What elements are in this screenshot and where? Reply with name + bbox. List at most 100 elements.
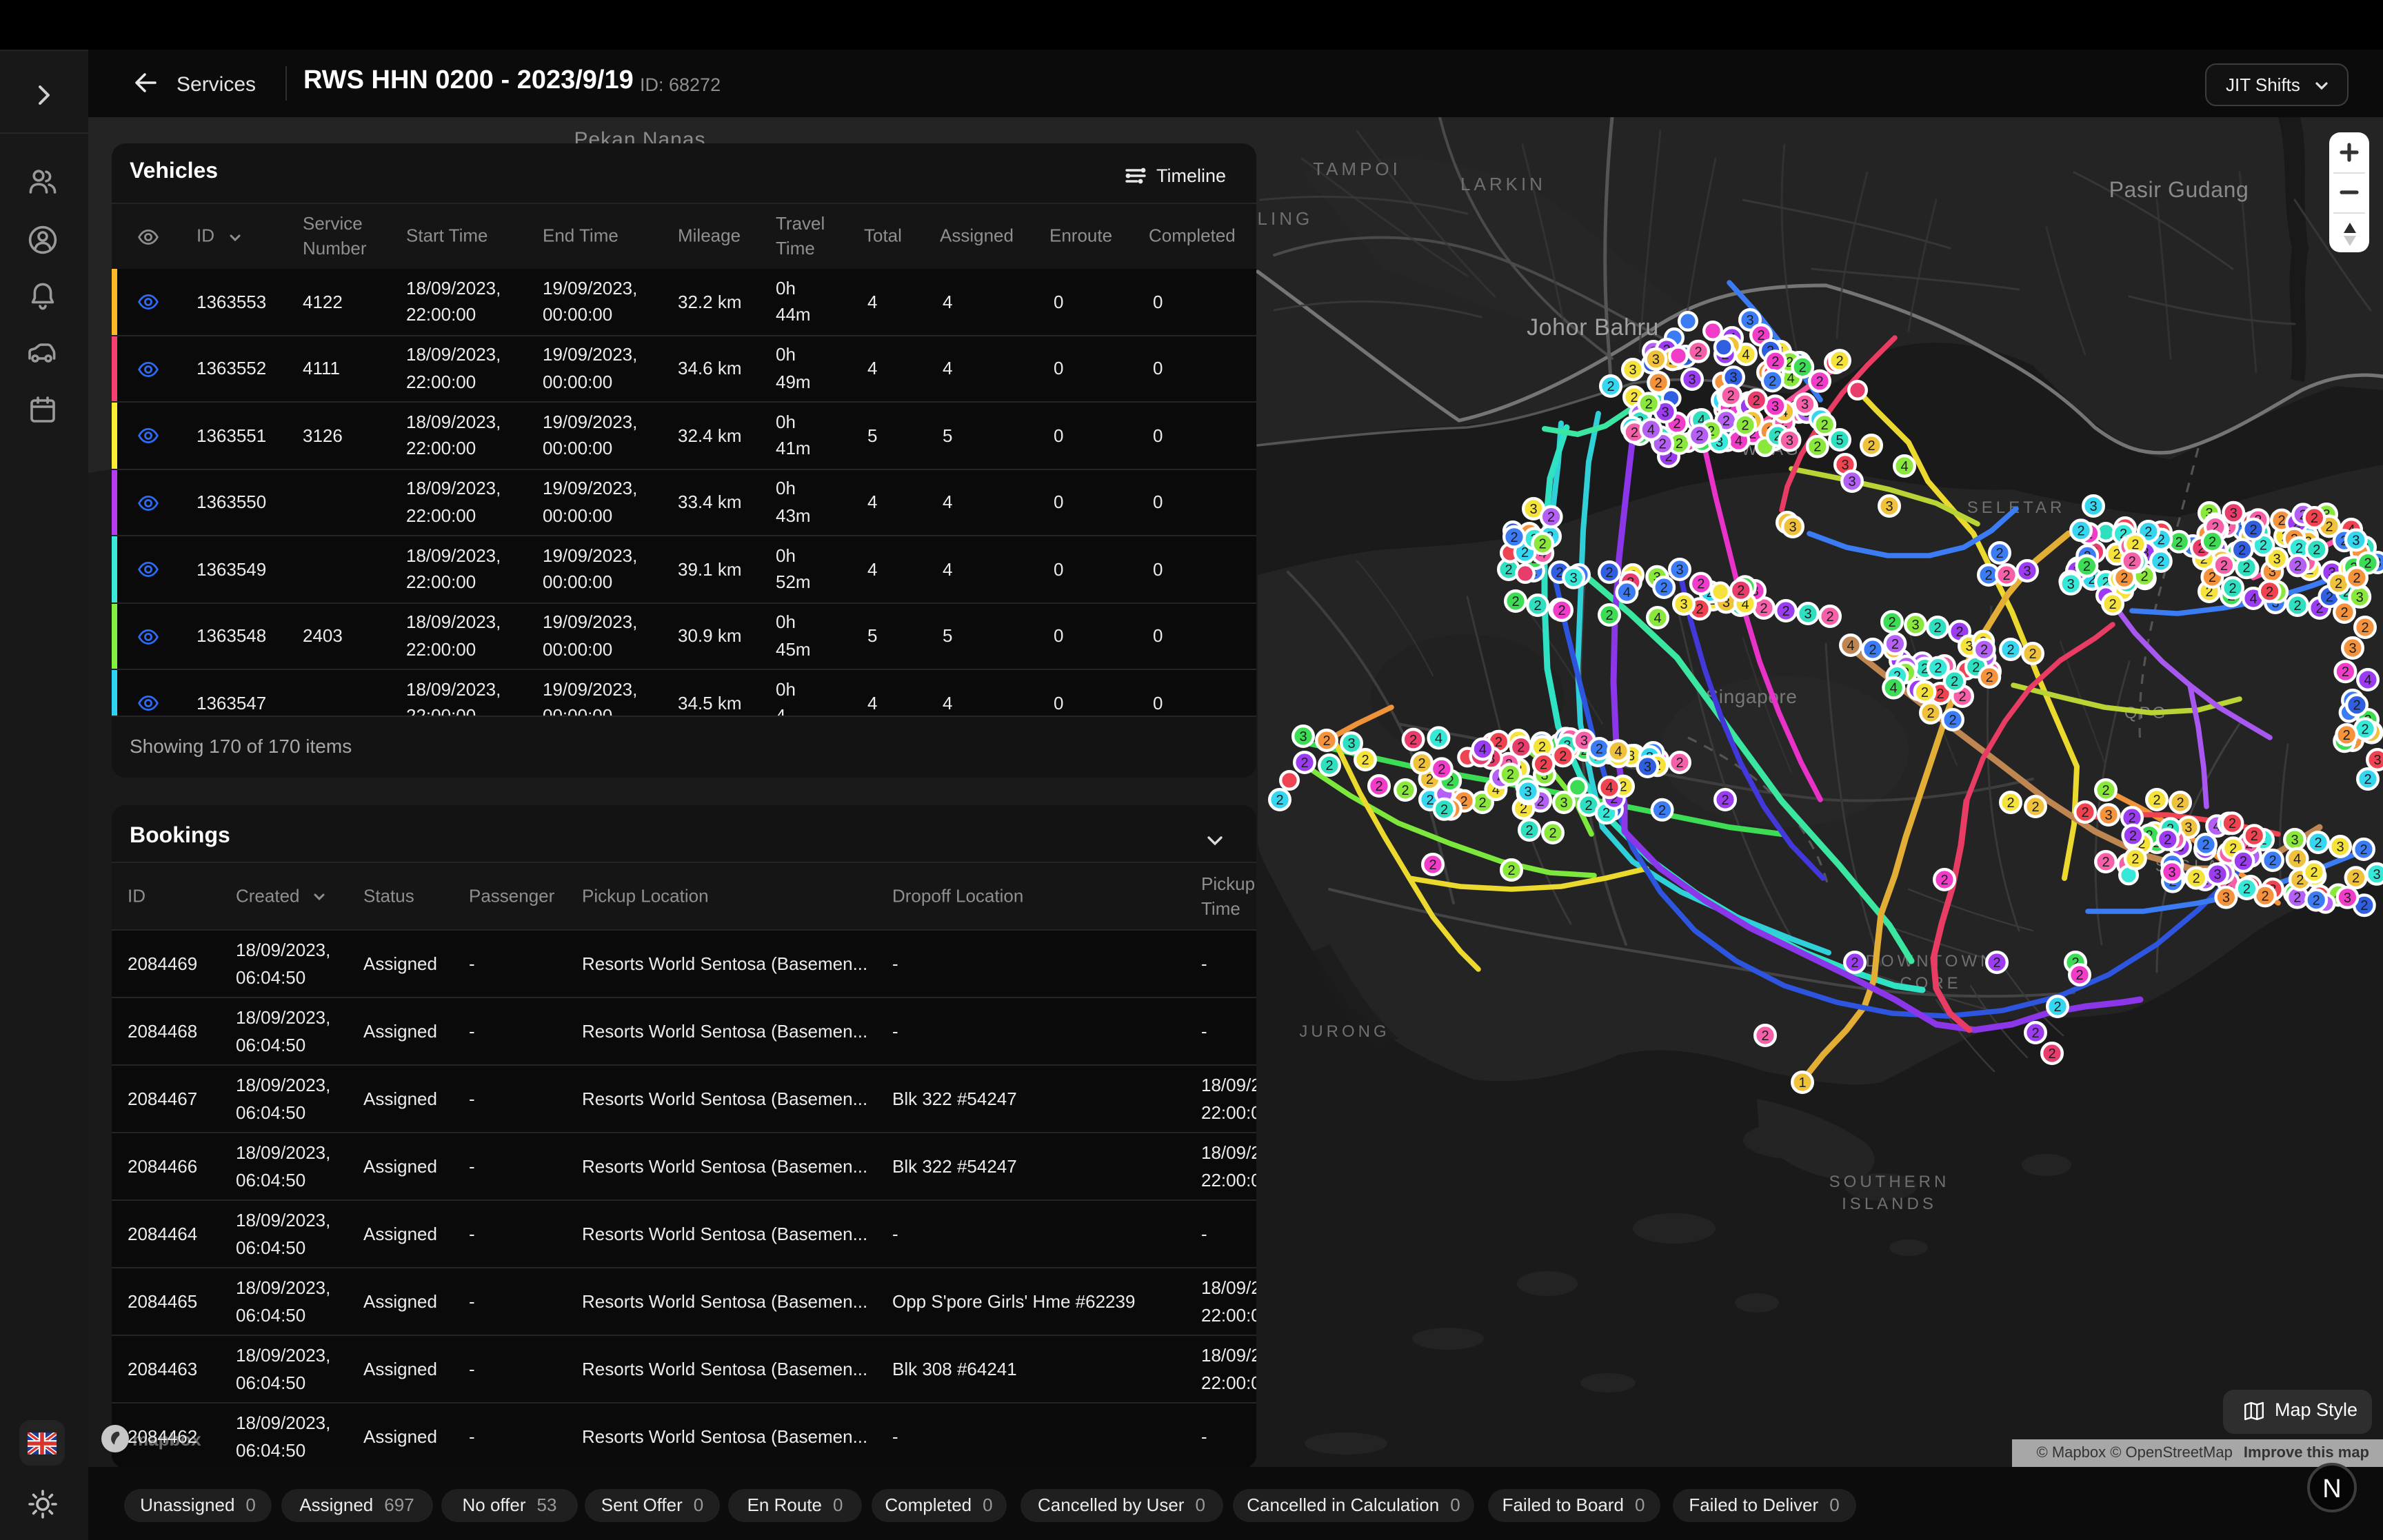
- svg-text:2: 2: [1696, 429, 1703, 444]
- svg-text:2: 2: [1401, 783, 1409, 798]
- svg-text:2: 2: [1540, 757, 1547, 772]
- svg-text:2: 2: [2129, 829, 2137, 844]
- svg-text:2: 2: [1631, 425, 1638, 440]
- svg-text:2: 2: [2364, 772, 2371, 787]
- svg-text:2: 2: [1986, 670, 1993, 685]
- svg-text:2: 2: [2157, 554, 2164, 569]
- svg-text:3: 3: [1644, 760, 1651, 775]
- svg-text:2: 2: [2002, 568, 2010, 583]
- svg-text:3: 3: [1789, 520, 1796, 535]
- svg-text:3: 3: [1688, 372, 1696, 387]
- svg-text:2: 2: [1534, 598, 1541, 614]
- svg-text:3: 3: [1848, 474, 1856, 489]
- svg-text:2: 2: [2129, 554, 2136, 569]
- svg-text:LARKIN: LARKIN: [1460, 174, 1546, 194]
- svg-text:2: 2: [2364, 556, 2371, 571]
- svg-text:2: 2: [1851, 955, 1858, 971]
- svg-text:3: 3: [2352, 533, 2360, 548]
- svg-text:3: 3: [2344, 891, 2351, 906]
- svg-text:3: 3: [1580, 733, 1588, 749]
- svg-text:2: 2: [2229, 581, 2236, 596]
- svg-text:2: 2: [1505, 563, 1512, 578]
- svg-text:2: 2: [2310, 865, 2317, 880]
- svg-text:2: 2: [1660, 580, 1668, 596]
- svg-text:2: 2: [1993, 955, 2000, 971]
- svg-text:2: 2: [2240, 854, 2247, 869]
- svg-text:3: 3: [2067, 577, 2075, 592]
- svg-text:3: 3: [2184, 820, 2192, 835]
- svg-text:3: 3: [2356, 590, 2364, 605]
- svg-text:2: 2: [1927, 706, 1934, 721]
- svg-text:2: 2: [1753, 393, 1760, 408]
- svg-text:4: 4: [1653, 611, 1661, 626]
- svg-text:ISLANDS: ISLANDS: [1842, 1195, 1937, 1213]
- svg-text:3: 3: [2104, 808, 2112, 823]
- svg-text:3: 3: [2373, 867, 2380, 882]
- svg-text:3: 3: [2089, 499, 2097, 514]
- svg-text:4: 4: [1614, 744, 1622, 759]
- svg-text:3: 3: [1524, 784, 1531, 800]
- svg-text:2: 2: [2081, 805, 2089, 820]
- svg-text:2: 2: [1836, 354, 1843, 369]
- svg-text:2: 2: [1721, 793, 1729, 808]
- svg-text:4: 4: [1900, 459, 1908, 474]
- svg-text:SOUTHERN: SOUTHERN: [1829, 1173, 1950, 1191]
- svg-text:4: 4: [2364, 673, 2371, 688]
- svg-text:2: 2: [1539, 537, 1547, 552]
- svg-text:2: 2: [2249, 523, 2257, 538]
- svg-text:2: 2: [1605, 608, 1613, 623]
- svg-text:2: 2: [2220, 558, 2228, 574]
- svg-text:2: 2: [2293, 891, 2301, 906]
- svg-text:3: 3: [1746, 313, 1753, 328]
- svg-text:2: 2: [1605, 565, 1613, 580]
- svg-text:2: 2: [1478, 796, 1486, 811]
- svg-text:2: 2: [2314, 835, 2322, 851]
- svg-text:2: 2: [2048, 1046, 2055, 1062]
- svg-text:4: 4: [1623, 585, 1631, 600]
- svg-text:2: 2: [2209, 534, 2216, 549]
- svg-text:N: N: [2322, 1475, 2341, 1503]
- svg-text:2: 2: [2311, 511, 2318, 526]
- svg-text:2: 2: [2102, 855, 2109, 870]
- svg-text:2: 2: [1645, 396, 1653, 412]
- svg-text:2: 2: [2361, 620, 2369, 636]
- svg-text:4: 4: [1742, 347, 1749, 363]
- svg-text:1: 1: [1798, 1075, 1806, 1091]
- svg-text:2: 2: [2202, 838, 2209, 853]
- svg-text:2: 2: [2153, 793, 2160, 808]
- svg-text:4: 4: [2249, 591, 2257, 607]
- svg-text:2: 2: [2325, 519, 2333, 534]
- svg-text:2: 2: [1813, 440, 1821, 455]
- svg-text:2: 2: [2031, 800, 2039, 815]
- svg-text:2: 2: [2353, 571, 2360, 586]
- svg-text:3: 3: [1804, 607, 1811, 622]
- svg-text:3: 3: [2230, 506, 2238, 521]
- svg-text:2: 2: [1741, 418, 1749, 434]
- svg-text:2: 2: [1727, 389, 1735, 404]
- svg-text:2: 2: [1697, 577, 1705, 592]
- svg-text:2: 2: [1771, 354, 1779, 369]
- svg-text:3: 3: [1729, 370, 1737, 385]
- svg-text:2: 2: [2294, 558, 2302, 574]
- svg-text:3: 3: [1629, 363, 1636, 378]
- svg-text:2: 2: [1826, 609, 1833, 625]
- svg-text:3: 3: [2336, 840, 2344, 855]
- svg-text:4: 4: [1435, 731, 1442, 746]
- svg-text:2: 2: [2031, 1026, 2039, 1041]
- svg-text:2: 2: [1325, 758, 1333, 773]
- svg-text:2: 2: [2029, 647, 2036, 662]
- svg-text:2: 2: [2238, 543, 2246, 558]
- svg-text:2: 2: [2083, 559, 2091, 574]
- svg-text:2: 2: [2007, 796, 2014, 811]
- svg-text:3: 3: [1680, 597, 1687, 612]
- svg-text:2: 2: [2109, 597, 2116, 612]
- svg-text:4: 4: [1479, 742, 1487, 758]
- svg-text:4: 4: [1847, 638, 1854, 654]
- svg-text:2: 2: [1426, 793, 1434, 808]
- svg-text:Johor Bahru: Johor Bahru: [1527, 314, 1659, 341]
- svg-text:2: 2: [2293, 598, 2301, 614]
- svg-text:2: 2: [1511, 594, 1519, 609]
- svg-text:2: 2: [1934, 661, 1942, 676]
- svg-text:2: 2: [2353, 698, 2360, 713]
- svg-text:2: 2: [1323, 733, 1330, 749]
